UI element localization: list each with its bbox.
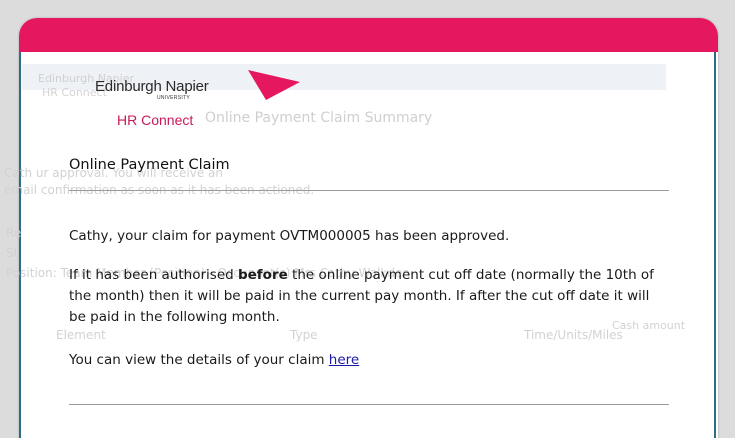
logo-sub: UNIVERSITY	[157, 95, 191, 101]
app-name: HR Connect	[117, 112, 194, 128]
header-band	[19, 18, 718, 52]
pennant-logo-icon	[248, 70, 300, 100]
payment-info-paragraph: If it has been authorised before the onl…	[69, 265, 669, 328]
logo-name: Edinburgh Napier	[95, 78, 209, 95]
view-claim-prefix: You can view the details of your claim	[69, 352, 329, 368]
approval-message: Cathy, your claim for payment OVTM000005…	[69, 228, 510, 244]
bottom-divider	[69, 404, 669, 405]
background-col-units: Time/Units/Miles	[524, 328, 623, 342]
payment-info-emphasis: before	[237, 267, 288, 283]
page-title: Online Payment Claim	[69, 157, 230, 173]
view-claim-link[interactable]: here	[329, 352, 359, 368]
view-claim-line: You can view the details of your claim h…	[69, 350, 669, 371]
title-divider	[69, 190, 669, 191]
background-label-re: Re	[6, 226, 22, 240]
payment-info-prefix: If it has been authorised	[69, 267, 238, 283]
background-summary-title: Online Payment Claim Summary	[205, 110, 433, 126]
background-label-st: St	[6, 246, 19, 260]
background-col-type: Type	[290, 328, 318, 342]
university-logo: Edinburgh Napier UNIVERSITY	[95, 70, 300, 101]
background-col-element: Element	[56, 328, 106, 342]
